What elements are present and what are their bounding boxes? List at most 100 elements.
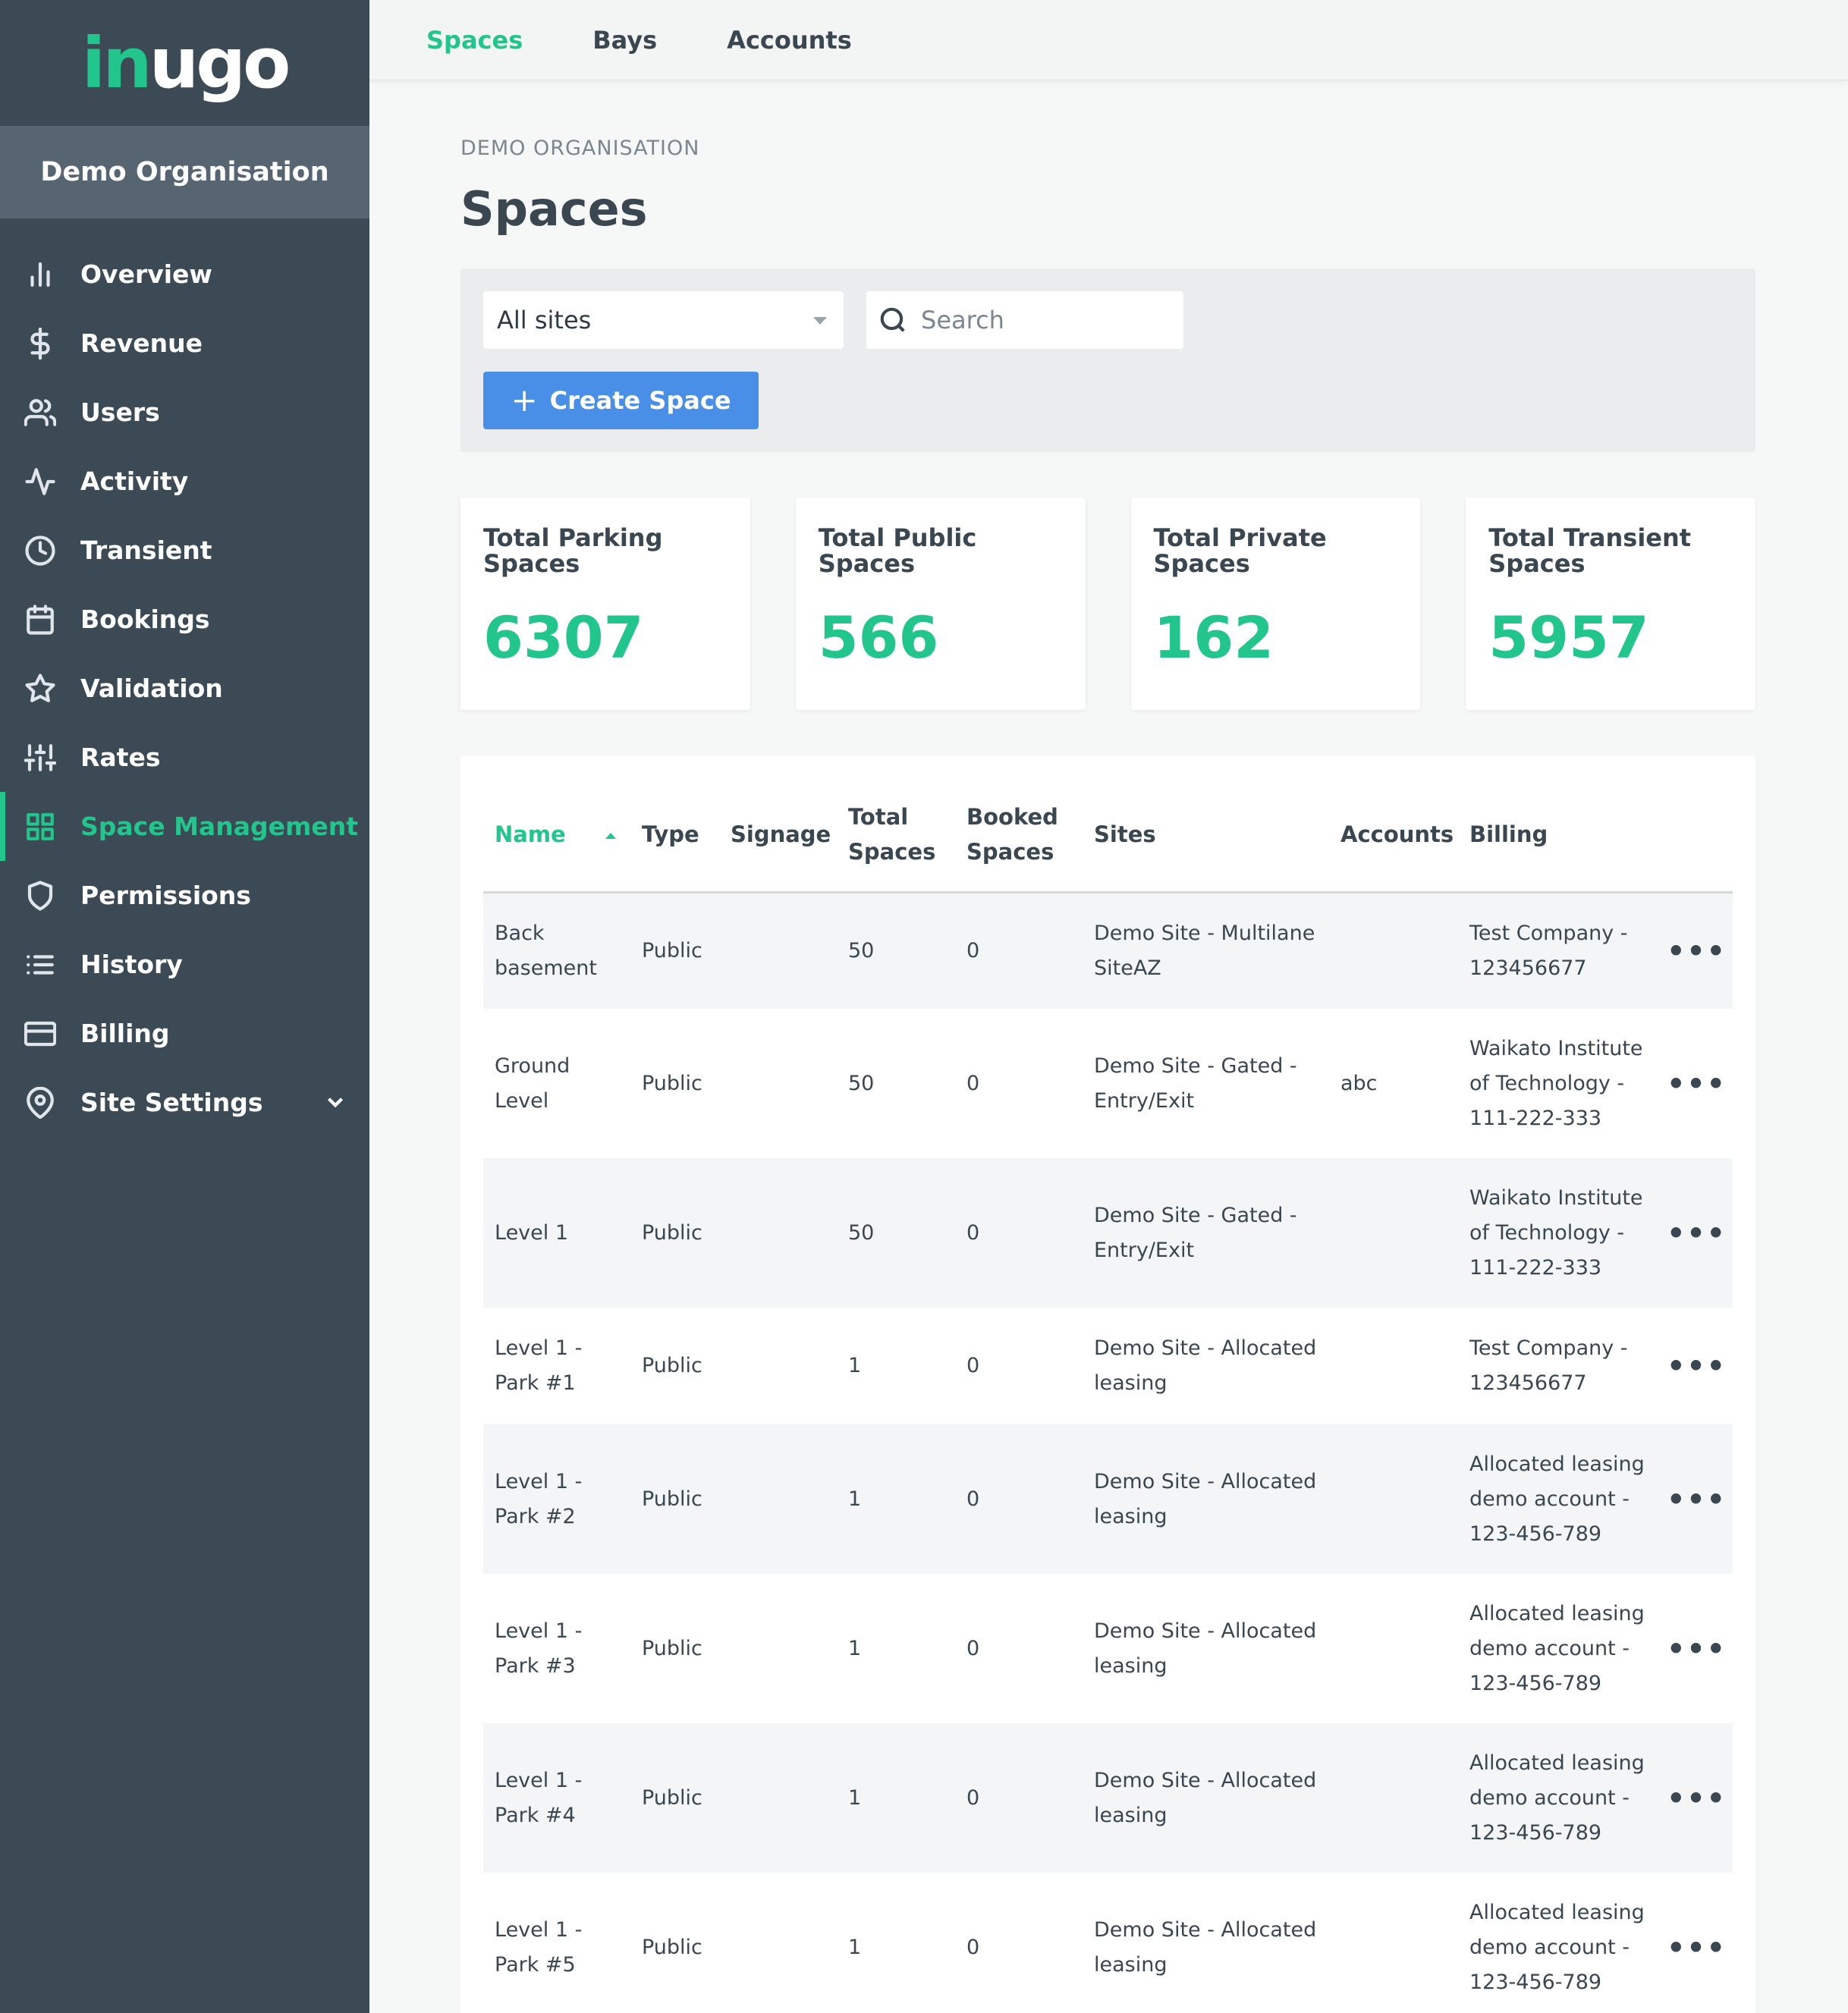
calendar-icon — [24, 604, 56, 636]
cell-type: Public — [642, 1487, 702, 1511]
cell-accounts — [1329, 892, 1458, 1009]
sidebar-item-history[interactable]: History — [0, 930, 369, 999]
cell-line: Allocated leasing — [1469, 1751, 1645, 1775]
more-actions-icon[interactable]: ••• — [1649, 1308, 1733, 1424]
cell-name: Level 1 - Park #4 — [483, 1723, 630, 1873]
column-header-sites[interactable]: Sites — [1083, 778, 1329, 893]
more-actions-icon[interactable]: ••• — [1649, 1424, 1733, 1574]
stat-total-public: Total Public Spaces 566 — [795, 498, 1086, 710]
sidebar-item-site-settings[interactable]: Site Settings — [0, 1068, 369, 1137]
sidebar-item-label: Overview — [80, 259, 212, 289]
table-row[interactable]: Level 1 - Park #5 Public 1 0 Demo Site - Allo… — [483, 1873, 1733, 2013]
list-icon — [24, 949, 56, 981]
cell-billing: Allocated leasing demo account - 123-456-7… — [1458, 1424, 1649, 1574]
cell-accounts — [1329, 1723, 1458, 1873]
sidebar-item-label: Validation — [80, 674, 223, 703]
column-header-billing[interactable]: Billing — [1458, 778, 1649, 893]
cell-accounts — [1329, 1158, 1458, 1308]
cell-line: Level — [495, 1088, 549, 1113]
create-space-button[interactable]: + Create Space — [483, 372, 759, 429]
cell-sites: Demo Site - Allocated leasing — [1083, 1723, 1329, 1873]
sidebar-item-transient[interactable]: Transient — [0, 516, 369, 585]
table-row[interactable]: Level 1 Public 50 0 Demo Site - Gated - Entry… — [483, 1158, 1733, 1308]
cell-name: Level 1 - Park #2 — [483, 1424, 630, 1574]
sidebar-item-space-management[interactable]: Space Management — [0, 792, 369, 861]
sidebar-item-revenue[interactable]: Revenue — [0, 309, 369, 378]
spaces-table: Name Type Signage Total Spaces Booked Spac… — [483, 778, 1733, 2013]
sidebar-item-label: Revenue — [80, 328, 203, 358]
sidebar-item-rates[interactable]: Rates — [0, 723, 369, 792]
column-header-accounts[interactable]: Accounts — [1329, 778, 1458, 893]
sidebar-item-label: Site Settings — [80, 1088, 263, 1117]
stat-value: 5957 — [1488, 604, 1649, 671]
sidebar-item-users[interactable]: Users — [0, 378, 369, 447]
sidebar-item-activity[interactable]: Activity — [0, 447, 369, 516]
tab-bays[interactable]: Bays — [592, 26, 657, 55]
site-select[interactable]: All sites — [483, 291, 844, 349]
inugo-logo[interactable]: in ugo — [0, 0, 369, 126]
organisation-name[interactable]: Demo Organisation — [0, 126, 369, 218]
column-header-actions — [1649, 778, 1733, 893]
cell-line: Demo Site - Gated - — [1094, 1054, 1297, 1078]
column-header-booked-spaces[interactable]: Booked Spaces — [955, 778, 1083, 893]
cell-billing: Allocated leasing demo account - 123-456-7… — [1458, 1873, 1649, 2013]
cell-line: Allocated leasing — [1469, 1900, 1645, 1924]
cell-accounts: abc — [1340, 1071, 1378, 1095]
cell-line: demo account - — [1469, 1935, 1630, 1959]
cell-type: Public — [642, 1785, 702, 1810]
more-actions-icon[interactable]: ••• — [1649, 892, 1733, 1009]
search-input[interactable] — [921, 306, 1171, 334]
cell-line: of Technology - — [1469, 1071, 1625, 1095]
sidebar-nav: Overview Revenue Users Activity Transien… — [0, 240, 369, 1137]
column-header-type[interactable]: Type — [630, 778, 719, 893]
cell-line: Level 1 — [495, 1220, 569, 1245]
sidebar-item-bookings[interactable]: Bookings — [0, 585, 369, 654]
cell-line: Park #2 — [495, 1504, 576, 1528]
cell-sites: Demo Site - Allocated leasing — [1083, 1424, 1329, 1574]
table-row[interactable]: Level 1 - Park #2 Public 1 0 Demo Site - Allo… — [483, 1424, 1733, 1574]
cell-line: Park #1 — [495, 1371, 576, 1395]
cell-line: Back — [495, 921, 545, 945]
cell-line: Demo Site - Allocated — [1094, 1469, 1317, 1493]
search-box[interactable] — [866, 291, 1183, 349]
chevron-down-icon[interactable] — [322, 1089, 348, 1115]
cell-total-spaces: 50 — [848, 1220, 875, 1245]
cell-line: Demo Site - Gated - — [1094, 1203, 1297, 1227]
cell-booked-spaces: 0 — [966, 1636, 980, 1660]
sidebar-item-billing[interactable]: Billing — [0, 999, 369, 1068]
more-actions-icon[interactable]: ••• — [1649, 1574, 1733, 1723]
table-row[interactable]: Level 1 - Park #4 Public 1 0 Demo Site - Allo… — [483, 1723, 1733, 1873]
column-header-name[interactable]: Name — [483, 778, 630, 893]
cell-accounts — [1329, 1308, 1458, 1424]
cell-sites: Demo Site - Gated - Entry/Exit — [1083, 1009, 1329, 1158]
tab-accounts[interactable]: Accounts — [727, 26, 852, 55]
table-row[interactable]: Back basement Public 50 0 Demo Site - Multila… — [483, 892, 1733, 1009]
table-row[interactable]: Ground Level Public 50 0 Demo Site - Gated - E… — [483, 1009, 1733, 1158]
more-actions-icon[interactable]: ••• — [1649, 1158, 1733, 1308]
cell-line: Level 1 - — [495, 1917, 583, 1942]
more-actions-icon[interactable]: ••• — [1649, 1723, 1733, 1873]
column-header-signage[interactable]: Signage — [719, 778, 837, 893]
cell-line: Waikato Institute — [1469, 1186, 1643, 1210]
tab-spaces[interactable]: Spaces — [426, 26, 523, 55]
cell-line: Level 1 - — [495, 1336, 583, 1360]
table-row[interactable]: Level 1 - Park #1 Public 1 0 Demo Site - Allo… — [483, 1308, 1733, 1424]
sidebar-item-permissions[interactable]: Permissions — [0, 861, 369, 930]
breadcrumb[interactable]: DEMO ORGANISATION — [460, 137, 1755, 160]
table-row[interactable]: Level 1 - Park #3 Public 1 0 Demo Site - Allo… — [483, 1574, 1733, 1723]
more-actions-icon[interactable]: ••• — [1649, 1009, 1733, 1158]
sidebar-item-overview[interactable]: Overview — [0, 240, 369, 309]
table-header-row: Name Type Signage Total Spaces Booked Spac… — [483, 778, 1733, 893]
sidebar-item-label: Space Management — [80, 812, 358, 841]
cell-booked-spaces: 0 — [966, 1487, 980, 1511]
stats-row: Total Parking Spaces 6307 Total Public S… — [460, 498, 1755, 710]
sidebar: in ugo Demo Organisation Overview Revenue… — [0, 0, 369, 2013]
users-icon — [24, 397, 56, 429]
cell-total-spaces: 1 — [848, 1487, 862, 1511]
main-content: DEMO ORGANISATION Spaces All sites + Cre… — [460, 80, 1755, 2013]
sidebar-item-validation[interactable]: Validation — [0, 654, 369, 723]
column-header-total-spaces[interactable]: Total Spaces — [837, 778, 955, 893]
star-icon — [24, 673, 56, 705]
more-actions-icon[interactable]: ••• — [1649, 1873, 1733, 2013]
cell-line: Test Company - — [1469, 921, 1628, 945]
